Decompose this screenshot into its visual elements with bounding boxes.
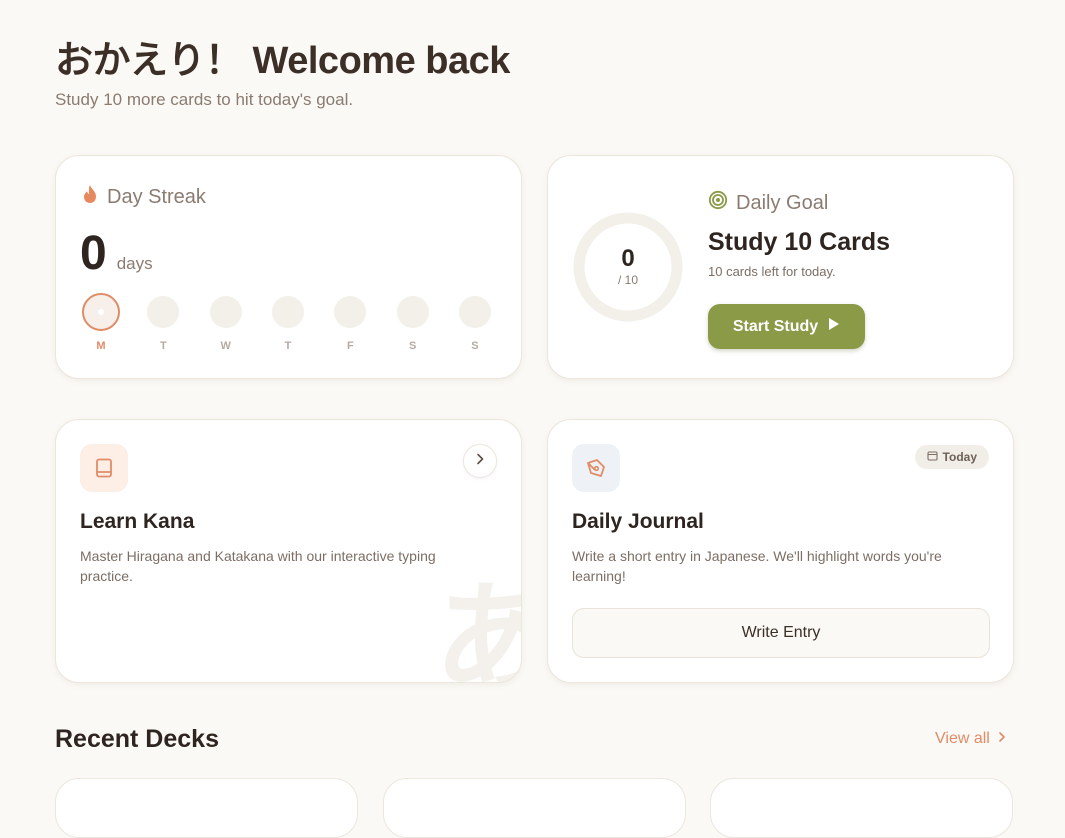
day-label: M xyxy=(96,340,106,352)
deck-card[interactable] xyxy=(383,778,686,838)
streak-label: Day Streak xyxy=(107,185,206,208)
day-dot xyxy=(82,293,120,331)
write-entry-button[interactable]: Write Entry xyxy=(572,608,990,658)
goal-label: Daily Goal xyxy=(736,191,829,214)
chevron-right-icon xyxy=(998,730,1006,748)
streak-count: 0 xyxy=(80,227,107,280)
today-badge-label: Today xyxy=(942,450,977,464)
day-label: F xyxy=(346,340,354,352)
goal-header: Daily Goal xyxy=(708,190,828,216)
view-all-link[interactable]: View all xyxy=(935,730,1006,748)
kana-description: Master Hiragana and Katakana with our in… xyxy=(80,548,436,584)
journal-description: Write a short entry in Japanese. We'll h… xyxy=(572,548,942,584)
day-friday: F xyxy=(325,296,375,352)
start-study-label: Start Study xyxy=(732,317,819,335)
learn-kana-card[interactable]: あ Learn Kana Master Hiragana and Katakan… xyxy=(55,419,522,683)
goal-progress-text: 0 / 10 xyxy=(572,211,684,323)
recent-decks-title: Recent Decks xyxy=(55,725,219,753)
kana-watermark: あ xyxy=(434,580,521,683)
day-label: T xyxy=(159,340,167,352)
goal-subtitle: 10 cards left for today. xyxy=(708,264,836,279)
play-icon xyxy=(828,317,840,336)
kana-title: Learn Kana xyxy=(80,510,195,533)
day-dot xyxy=(147,296,180,328)
chevron-right-icon xyxy=(475,452,485,470)
day-dot xyxy=(209,296,242,328)
day-thursday: T xyxy=(263,296,313,352)
pen-icon xyxy=(572,444,620,492)
day-label: T xyxy=(284,340,292,352)
streak-card: Day Streak 0 days M T W T F S S xyxy=(55,155,522,379)
deck-card[interactable] xyxy=(710,778,1013,838)
day-monday: M xyxy=(76,293,126,352)
streak-count-row: 0 days xyxy=(80,226,153,281)
week-tracker: M T W T F S S xyxy=(76,293,500,352)
daily-journal-card: Today Daily Journal Write a short entry … xyxy=(547,419,1014,683)
today-badge: Today xyxy=(914,445,989,469)
day-saturday: S xyxy=(388,296,438,352)
start-study-button[interactable]: Start Study xyxy=(708,304,865,349)
day-label: W xyxy=(220,340,231,352)
view-all-label: View all xyxy=(935,730,990,747)
book-icon xyxy=(80,444,128,492)
deck-card[interactable] xyxy=(55,778,358,838)
open-kana-button[interactable] xyxy=(463,444,497,478)
journal-title: Daily Journal xyxy=(572,510,704,533)
page-subtitle: Study 10 more cards to hit today's goal. xyxy=(55,90,354,109)
page-title: おかえり！ Welcome back xyxy=(55,40,510,82)
day-sunday: S xyxy=(450,296,500,352)
streak-header: Day Streak xyxy=(81,184,206,210)
streak-unit: days xyxy=(116,254,153,273)
day-wednesday: W xyxy=(201,296,251,352)
target-icon xyxy=(708,190,728,216)
day-dot xyxy=(458,296,491,328)
calendar-icon xyxy=(926,450,938,464)
day-dot xyxy=(334,296,367,328)
day-tuesday: T xyxy=(138,296,188,352)
flame-icon xyxy=(81,184,99,210)
goal-progress-total: / 10 xyxy=(617,273,638,287)
daily-goal-card: 0 / 10 Daily Goal Study 10 Cards 10 card… xyxy=(547,155,1014,379)
goal-title: Study 10 Cards xyxy=(708,228,891,256)
page-header: おかえり！ Welcome back Study 10 more cards t… xyxy=(55,38,510,110)
day-dot xyxy=(396,296,429,328)
day-dot xyxy=(271,296,304,328)
day-label: S xyxy=(471,340,479,352)
goal-progress-value: 0 xyxy=(621,245,635,272)
day-label: S xyxy=(408,340,417,352)
